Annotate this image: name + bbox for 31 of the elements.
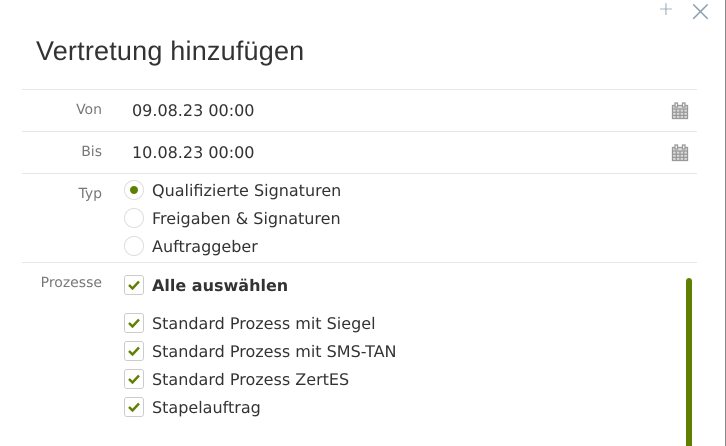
checkbox[interactable] (124, 369, 144, 389)
radio-label: Freigaben & Signaturen (152, 208, 341, 228)
checkbox-label: Standard Prozess mit Siegel (152, 314, 376, 332)
checkbox[interactable] (124, 313, 144, 333)
radio-button[interactable] (124, 180, 144, 200)
dialog-title: Vertretung hinzufügen (36, 36, 306, 67)
check-icon (128, 280, 140, 290)
date-value[interactable]: 09.08.23 00:00 (132, 101, 254, 120)
checkbox[interactable] (124, 275, 144, 295)
checkbox-label: Standard Prozess ZertES (152, 370, 350, 388)
checkbox-label: Alle auswählen (152, 276, 288, 294)
check-icon (128, 346, 140, 356)
check-icon (128, 374, 140, 384)
radio-button[interactable] (124, 208, 144, 228)
scrollbar-thumb[interactable] (686, 278, 692, 446)
check-icon (128, 402, 140, 412)
calendar-icon[interactable] (671, 102, 689, 120)
field-label: Prozesse (40, 274, 102, 293)
check-icon (128, 318, 140, 328)
calendar-icon[interactable] (671, 144, 689, 162)
field-label: Bis (80, 143, 102, 162)
checkbox[interactable] (124, 397, 144, 417)
radio-button[interactable] (124, 236, 144, 256)
field-label: Von (75, 101, 102, 120)
checkbox[interactable] (124, 341, 144, 361)
field-label: Typ (77, 185, 102, 204)
radio-label: Qualifizierte Signaturen (152, 180, 342, 200)
checkbox-label: Stapelauftrag (152, 398, 261, 416)
date-value[interactable]: 10.08.23 00:00 (132, 143, 254, 162)
radio-label: Auftraggeber (152, 236, 258, 256)
checkbox-label: Standard Prozess mit SMS-TAN (152, 342, 397, 360)
